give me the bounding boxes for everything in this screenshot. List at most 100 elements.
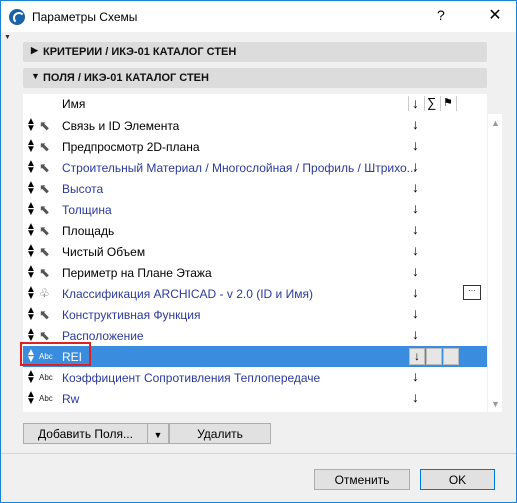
field-name: Связь и ID Элемента: [62, 119, 180, 133]
table-row[interactable]: ▲ ▼ ⬉ Конструктивная Функция ↓: [23, 304, 487, 325]
column-divider: [440, 96, 441, 111]
footer-divider: [1, 453, 516, 454]
options-button[interactable]: ···: [463, 285, 481, 300]
table-row[interactable]: ▲ ▼ Abc Коэффициент Сопротивления Теплопе…: [23, 367, 487, 388]
drag-handle-icon[interactable]: ▲ ▼: [26, 222, 36, 239]
table-scrollbar[interactable]: [488, 114, 502, 412]
help-button[interactable]: ?: [437, 7, 445, 23]
flag-column-icon[interactable]: ⚑: [443, 96, 453, 109]
table-header: Имя ↓ ∑ ⚑: [23, 94, 487, 114]
drag-handle-icon[interactable]: ▲ ▼: [26, 117, 36, 134]
sort-arrow-icon[interactable]: ↓: [412, 305, 419, 321]
table-row[interactable]: ▲ ▼ ⬉ Периметр на Плане Этажа ↓: [23, 262, 487, 283]
table-row[interactable]: ▲ ▼ ⬉ Высота ↓: [23, 178, 487, 199]
column-divider: [456, 96, 457, 111]
table-row[interactable]: ▲ ▼ ⬉ Предпросмотр 2D-плана ↓: [23, 136, 487, 157]
column-name-header: Имя: [62, 97, 86, 111]
field-name: Предпросмотр 2D-плана: [62, 140, 200, 154]
table-row-selected[interactable]: ▲ ▼ Abc REI ↓: [23, 346, 487, 367]
field-name: Площадь: [62, 224, 115, 238]
sort-column-icon[interactable]: ↓: [412, 95, 419, 111]
drag-handle-icon[interactable]: ▲ ▼: [26, 285, 36, 302]
drag-handle-icon[interactable]: ▲ ▼: [26, 390, 36, 407]
sort-arrow-icon[interactable]: ↓: [412, 284, 419, 300]
field-name: Толщина: [62, 203, 112, 217]
criteria-section-label: КРИТЕРИИ / ИКЭ-01 КАТАЛОГ СТЕН: [43, 46, 237, 58]
table-row[interactable]: ▲ ▼ ⬉ Расположение ↓: [23, 325, 487, 346]
sort-arrow-icon[interactable]: ↓: [412, 242, 419, 258]
field-name: Высота: [62, 182, 104, 196]
collapse-arrow-icon: ▼: [31, 71, 40, 81]
pointer-icon: ⬉: [39, 223, 50, 238]
sort-arrow-icon[interactable]: ↓: [412, 263, 419, 279]
sort-arrow-icon[interactable]: ↓: [412, 326, 419, 342]
chevron-down-icon: ▼: [153, 430, 163, 440]
column-divider: [424, 96, 425, 111]
table-row[interactable]: ▲ ▼ ⬉ Площадь ↓: [23, 220, 487, 241]
pointer-icon: ⬉: [39, 139, 50, 154]
text-property-icon: Abc: [39, 373, 53, 382]
drag-handle-icon[interactable]: ▲ ▼: [26, 201, 36, 218]
sort-arrow-icon[interactable]: ↓: [412, 116, 419, 132]
expand-arrow-icon: ▶: [31, 45, 38, 55]
add-fields-dropdown[interactable]: ▼: [147, 423, 169, 444]
sort-arrow-icon[interactable]: ↓: [412, 221, 419, 237]
archicad-app-icon: [9, 9, 25, 25]
sort-arrow-icon[interactable]: ↓: [412, 368, 419, 384]
cancel-button[interactable]: Отменить: [314, 469, 410, 490]
sort-arrow-icon[interactable]: ↓: [412, 179, 419, 195]
fields-section-label: ПОЛЯ / ИКЭ-01 КАТАЛОГ СТЕН: [43, 72, 209, 84]
drag-handle-icon[interactable]: ▲ ▼: [26, 264, 36, 281]
drag-handle-icon[interactable]: ▲ ▼: [26, 327, 36, 344]
drag-handle-icon[interactable]: ▲ ▼: [26, 180, 36, 197]
table-row[interactable]: ▲ ▼ ⬉ Толщина ↓: [23, 199, 487, 220]
sum-column-icon[interactable]: ∑: [427, 95, 436, 110]
pointer-icon: ⬉: [39, 181, 50, 196]
drag-handle-icon[interactable]: ▲ ▼: [26, 159, 36, 176]
column-divider: [408, 96, 409, 111]
add-fields-button[interactable]: Добавить Поля...: [23, 423, 147, 444]
sort-arrow-icon[interactable]: ↓: [412, 200, 419, 216]
highlight-annotation: [20, 342, 91, 366]
row-cells: ↓: [409, 348, 460, 365]
close-button[interactable]: ✕: [485, 5, 505, 25]
sum-cell[interactable]: [426, 348, 442, 365]
fields-table: Имя ↓ ∑ ⚑ ▲ ▼ ⬉ Связь и ID Элемента ↓ ▲ ▼ …: [23, 94, 487, 412]
table-row[interactable]: ▲ ▼ Abc Rw ↓: [23, 388, 487, 409]
drag-handle-icon[interactable]: ▲ ▼: [26, 369, 36, 386]
schedule-settings-dialog: Параметры Схемы ? ✕ ▼ ▶ КРИТЕРИИ / ИКЭ-0…: [0, 0, 517, 503]
flag-cell[interactable]: [443, 348, 459, 365]
pointer-icon: ⬉: [39, 202, 50, 217]
field-name: Расположение: [62, 329, 144, 343]
delete-button[interactable]: Удалить: [169, 423, 271, 444]
window-title: Параметры Схемы: [32, 10, 138, 24]
pointer-icon: ⬉: [39, 118, 50, 133]
table-row[interactable]: ▲ ▼ ⬉ Чистый Объем ↓: [23, 241, 487, 262]
field-name: Периметр на Плане Этажа: [62, 266, 212, 280]
field-name: Строительный Материал / Многослойная / П…: [62, 161, 417, 175]
scroll-down-icon[interactable]: ▼: [491, 399, 500, 409]
scroll-up-icon[interactable]: ▲: [491, 118, 500, 128]
pointer-icon: ⬉: [39, 244, 50, 259]
field-name: Чистый Объем: [62, 245, 146, 259]
pointer-icon: ⬉: [39, 265, 50, 280]
sort-arrow-icon[interactable]: ↓: [412, 389, 419, 405]
ok-button[interactable]: OK: [420, 469, 495, 490]
field-name: Коэффициент Сопротивления Теплопередаче: [62, 371, 321, 385]
drag-handle-icon[interactable]: ▲ ▼: [26, 306, 36, 323]
drag-handle-icon[interactable]: ▲ ▼: [26, 243, 36, 260]
table-row[interactable]: ▲ ▼ ♧ Классификация ARCHICAD - v 2.0 (ID …: [23, 283, 487, 304]
table-row[interactable]: ▲ ▼ ⬉ Строительный Материал / Многослойна…: [23, 157, 487, 178]
table-row[interactable]: ▲ ▼ ⬉ Связь и ID Элемента ↓: [23, 115, 487, 136]
title-bar: Параметры Схемы ? ✕: [1, 1, 516, 32]
sort-cell[interactable]: ↓: [409, 348, 425, 365]
fields-section-header[interactable]: ▼ ПОЛЯ / ИКЭ-01 КАТАЛОГ СТЕН: [23, 68, 487, 88]
sort-arrow-icon[interactable]: ↓: [412, 158, 419, 174]
field-name: Конструктивная Функция: [62, 308, 201, 322]
criteria-section-header[interactable]: ▶ КРИТЕРИИ / ИКЭ-01 КАТАЛОГ СТЕН: [23, 42, 487, 62]
drag-handle-icon[interactable]: ▲ ▼: [26, 138, 36, 155]
field-name: Классификация ARCHICAD - v 2.0 (ID и Имя…: [62, 287, 313, 301]
pointer-icon: ⬉: [39, 160, 50, 175]
sort-arrow-icon[interactable]: ↓: [412, 137, 419, 153]
pointer-icon: ⬉: [39, 307, 50, 322]
